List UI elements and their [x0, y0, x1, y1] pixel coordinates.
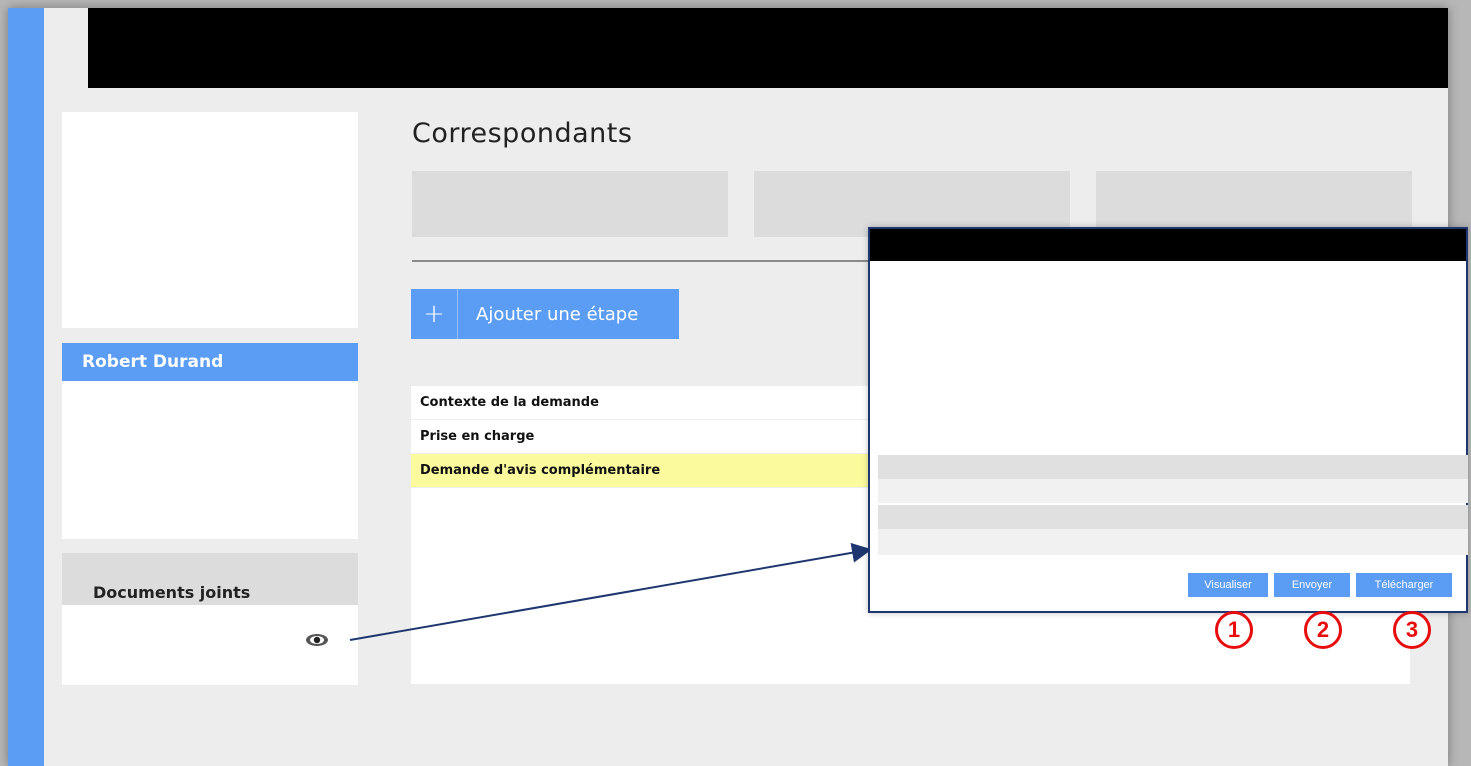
eye-icon[interactable]	[305, 633, 329, 647]
modal-row	[878, 505, 1468, 529]
profile-card	[62, 112, 358, 328]
plus-icon: +	[423, 299, 445, 329]
document-preview-modal: Visualiser Envoyer Télécharger	[868, 227, 1468, 613]
send-button[interactable]: Envoyer	[1274, 573, 1350, 597]
section-divider	[412, 260, 892, 262]
documents-card: Documents joints	[62, 553, 358, 685]
add-step-label: Ajouter une étape	[476, 303, 639, 325]
annotation-badge-2: 2	[1304, 611, 1342, 649]
add-step-button[interactable]: + Ajouter une étape	[411, 289, 679, 339]
modal-row	[878, 479, 1468, 503]
annotation-badge-3: 3	[1393, 611, 1431, 649]
person-card: Robert Durand	[62, 343, 358, 539]
person-name[interactable]: Robert Durand	[62, 343, 358, 381]
view-button[interactable]: Visualiser	[1188, 573, 1268, 597]
left-accent-bar	[8, 8, 44, 766]
modal-row	[878, 529, 1468, 555]
correspondant-slot-1[interactable]	[412, 171, 728, 237]
top-header-bar	[88, 8, 1448, 88]
page-title: Correspondants	[412, 118, 633, 149]
download-button[interactable]: Télécharger	[1356, 573, 1452, 597]
documents-title: Documents joints	[93, 583, 251, 602]
annotation-badge-1: 1	[1215, 611, 1253, 649]
modal-header	[870, 229, 1466, 261]
modal-row	[878, 455, 1468, 479]
